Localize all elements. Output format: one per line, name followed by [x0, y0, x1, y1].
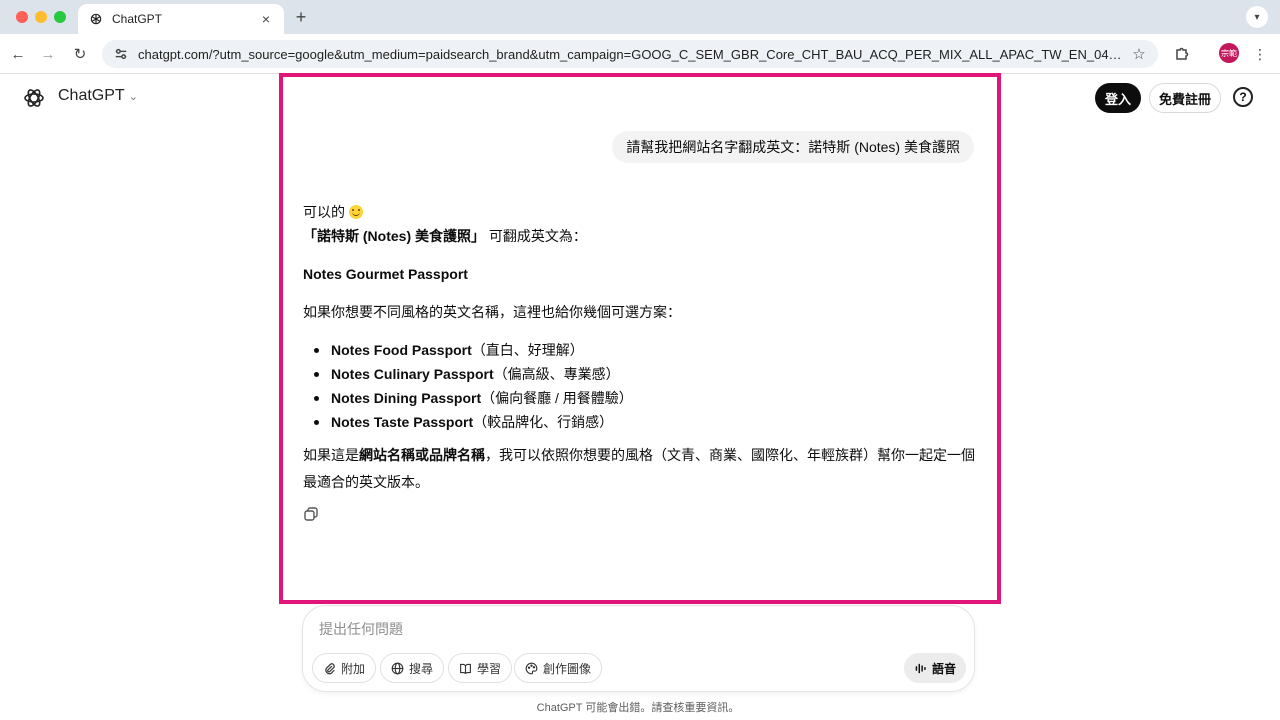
option-name: Notes Taste Passport: [331, 414, 474, 430]
site-settings-icon[interactable]: [112, 45, 130, 63]
site-name-suffix: 可翻成英文為：: [485, 228, 587, 244]
help-icon[interactable]: ?: [1233, 87, 1253, 107]
create-image-label: 創作圖像: [543, 661, 592, 676]
forward-arrow-icon[interactable]: →: [38, 44, 58, 64]
site-name-bold: 「諾特斯 (Notes) 美食護照」: [303, 228, 485, 244]
option-name: Notes Dining Passport: [331, 390, 482, 406]
openai-favicon-icon: [88, 11, 104, 27]
list-item: Notes Taste Passport（較品牌化、行銷感）: [303, 410, 979, 434]
option-note: （較品牌化、行銷感）: [473, 414, 614, 430]
voice-waveform-icon: [915, 663, 926, 673]
main-translation: Notes Gourmet Passport: [303, 266, 468, 282]
browser-menu-icon[interactable]: ⋮: [1250, 44, 1270, 64]
list-item: Notes Culinary Passport（偏高級、專業感）: [303, 362, 979, 386]
window-zoom-button[interactable]: [54, 11, 66, 23]
window-close-button[interactable]: [16, 11, 28, 23]
chevron-down-icon: ⌄: [128, 90, 138, 103]
list-item: Notes Dining Passport（偏向餐廳 / 用餐體驗）: [303, 386, 979, 410]
option-name: Notes Culinary Passport: [331, 366, 494, 382]
option-note: （偏高級、專業感）: [493, 366, 620, 382]
palette-icon: [525, 662, 538, 674]
answer-line-1: 可以的: [303, 200, 979, 224]
reload-icon[interactable]: ↻: [70, 44, 90, 64]
login-button[interactable]: 登入: [1095, 83, 1141, 113]
option-note: （偏向餐廳 / 用餐體驗）: [481, 390, 633, 406]
voice-button[interactable]: 語音: [904, 653, 966, 683]
signup-button[interactable]: 免費註冊: [1149, 83, 1221, 113]
tab-close-icon[interactable]: ×: [258, 11, 274, 27]
prompt-composer: 附加 搜尋 學習 創作圖像 語音: [302, 605, 975, 692]
alternatives-intro: 如果你想要不同風格的英文名稱，這裡也給你幾個可選方案：: [303, 304, 681, 320]
alternatives-list: Notes Food Passport（直白、好理解） Notes Culina…: [303, 338, 979, 434]
user-message-bubble: 請幫我把網站名字翻成英文：諾特斯 (Notes) 美食護照: [612, 131, 974, 163]
option-name: Notes Food Passport: [331, 342, 472, 358]
profile-avatar[interactable]: 宗範: [1219, 43, 1239, 63]
study-button[interactable]: 學習: [448, 653, 513, 683]
browser-tab-chatgpt[interactable]: ChatGPT ×: [78, 4, 284, 34]
browser-toolbar: ← → ↻ chatgpt.com/?utm_source=google&utm…: [0, 34, 1280, 74]
voice-label: 語音: [931, 661, 956, 676]
attach-label: 附加: [341, 661, 366, 676]
attach-button[interactable]: 附加: [312, 653, 377, 683]
closing-paragraph: 如果這是網站名稱或品牌名稱，我可以依照你想要的風格（文青、商業、國際化、年輕族群…: [303, 442, 979, 496]
book-icon: [460, 663, 471, 674]
openai-logo-icon: [22, 86, 46, 110]
create-image-button[interactable]: 創作圖像: [514, 653, 603, 683]
paperclip-icon: [325, 662, 335, 674]
extensions-puzzle-icon[interactable]: [1172, 44, 1192, 64]
browser-tabstrip: ChatGPT × + ▾: [0, 0, 1280, 34]
smile-emoji-icon: [349, 205, 363, 219]
copy-icon[interactable]: [303, 506, 319, 522]
address-bar[interactable]: chatgpt.com/?utm_source=google&utm_mediu…: [102, 40, 1158, 68]
bookmark-star-icon[interactable]: ☆: [1130, 45, 1148, 63]
back-arrow-icon[interactable]: ←: [8, 44, 28, 64]
answer-line-2: 「諾特斯 (Notes) 美食護照」 可翻成英文為：: [303, 224, 979, 248]
list-item: Notes Food Passport（直白、好理解）: [303, 338, 979, 362]
tab-search-chevron-icon[interactable]: ▾: [1246, 6, 1268, 28]
study-label: 學習: [477, 661, 502, 676]
model-selector[interactable]: ChatGPT ⌄: [58, 87, 138, 105]
model-name: ChatGPT: [58, 87, 125, 104]
url-text: chatgpt.com/?utm_source=google&utm_mediu…: [138, 46, 1124, 62]
tab-title: ChatGPT: [112, 12, 163, 26]
closing-bold: 網站名稱或品牌名稱: [359, 447, 485, 463]
closing-prefix: 如果這是: [303, 447, 359, 463]
prompt-input[interactable]: [319, 618, 939, 640]
new-tab-button[interactable]: +: [290, 6, 312, 28]
search-button[interactable]: 搜尋: [380, 653, 445, 683]
globe-icon: [391, 662, 404, 674]
search-label: 搜尋: [409, 661, 434, 676]
greeting-text: 可以的: [303, 204, 345, 220]
assistant-message: 可以的 「諾特斯 (Notes) 美食護照」 可翻成英文為： Notes Gou…: [303, 200, 979, 496]
disclaimer-text: ChatGPT 可能會出錯。請查核重要資訊。: [536, 702, 740, 714]
window-minimize-button[interactable]: [35, 11, 47, 23]
option-note: （直白、好理解）: [471, 342, 584, 358]
